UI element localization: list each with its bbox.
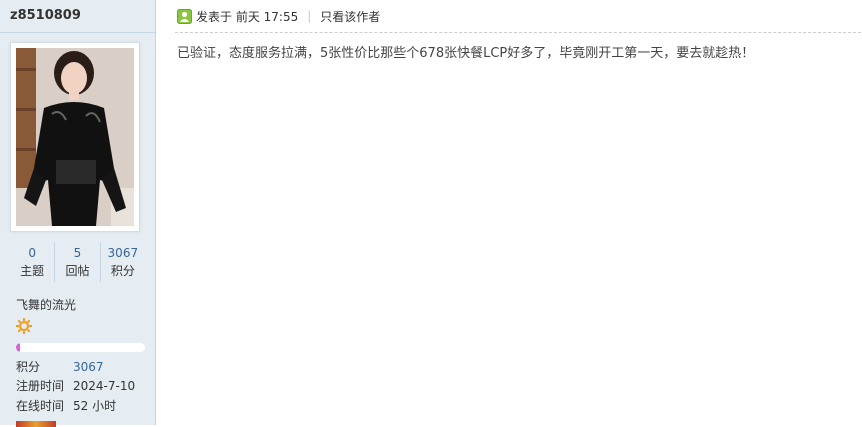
stat-replies-label: 回帖 — [65, 264, 90, 278]
meta-separator: | — [307, 9, 312, 23]
user-group[interactable]: 飞舞的流光 — [16, 296, 76, 313]
avatar-image — [16, 48, 134, 226]
post-timestamp: 发表于 前天 17:55 — [196, 9, 299, 24]
stat-points[interactable]: 3067 积分 — [99, 242, 145, 282]
info-row-points: 积分 3067 — [16, 359, 104, 375]
avatar[interactable] — [10, 42, 140, 232]
stat-threads-value: 0 — [28, 246, 36, 260]
info-value[interactable]: 3067 — [73, 360, 104, 374]
info-label: 注册时间 — [16, 379, 65, 393]
online-user-icon — [177, 8, 192, 24]
stat-replies[interactable]: 5 回帖 — [54, 242, 99, 282]
info-row-registered: 注册时间 2024-7-10 — [16, 378, 135, 394]
info-value: 52 小时 — [73, 399, 117, 413]
level-progress-fill — [16, 343, 20, 352]
stat-points-label: 积分 — [110, 264, 135, 278]
stat-replies-value: 5 — [73, 246, 82, 260]
level-progress-bar — [16, 343, 145, 352]
divider — [0, 32, 155, 33]
stat-threads[interactable]: 0 主题 — [10, 242, 54, 282]
author-username[interactable]: z8510809 — [10, 8, 81, 23]
author-only-link[interactable]: 只看该作者 — [320, 8, 380, 25]
author-sidebar: z8510809 0 主题 5 回帖 3067 积分 飞舞的流光 积分 3067… — [0, 0, 156, 427]
sun-icon — [16, 318, 32, 334]
info-label: 积分 — [16, 360, 41, 374]
post-meta: 发表于 前天 17:55 | 只看该作者 — [177, 8, 380, 24]
post-content: 已验证，态度服务拉满，5张性价比那些个678张快餐LCP好多了，毕竟刚开工第一天… — [177, 46, 755, 61]
info-row-online-time: 在线时间 52 小时 — [16, 398, 116, 414]
stat-points-value: 3067 — [107, 246, 139, 260]
medal-icon[interactable] — [16, 421, 56, 427]
stat-threads-label: 主题 — [20, 264, 45, 278]
author-stats: 0 主题 5 回帖 3067 积分 — [10, 242, 145, 282]
info-label: 在线时间 — [16, 399, 65, 413]
post-header-divider — [175, 32, 861, 33]
info-value: 2024-7-10 — [73, 379, 136, 393]
